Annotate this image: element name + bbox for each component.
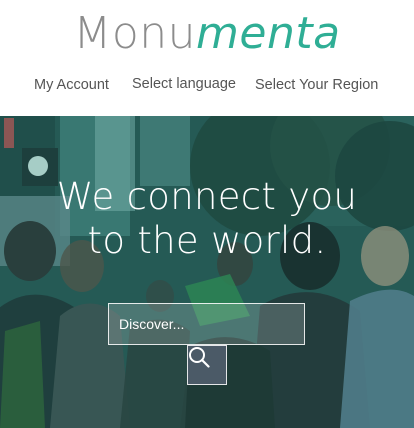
hero-banner: We connect you to the world.	[0, 116, 414, 428]
logo-text-plain: Monu	[73, 8, 197, 59]
search-icon	[189, 347, 210, 368]
hero-headline-line-1: We connect you	[56, 175, 358, 218]
nav-select-language[interactable]: Select language	[132, 76, 236, 96]
logo-text-accent: menta	[196, 8, 341, 59]
search-button[interactable]	[187, 345, 227, 385]
hero-headline-line-2: to the world.	[87, 219, 327, 262]
nav-my-account[interactable]: My Account	[34, 77, 109, 97]
site-header: Monumenta My Account Select language Sel…	[0, 0, 414, 116]
nav-select-region[interactable]: Select Your Region	[255, 77, 378, 97]
site-logo[interactable]: Monumenta	[0, 8, 414, 60]
search-input[interactable]	[109, 304, 304, 344]
search-field[interactable]	[108, 303, 305, 345]
